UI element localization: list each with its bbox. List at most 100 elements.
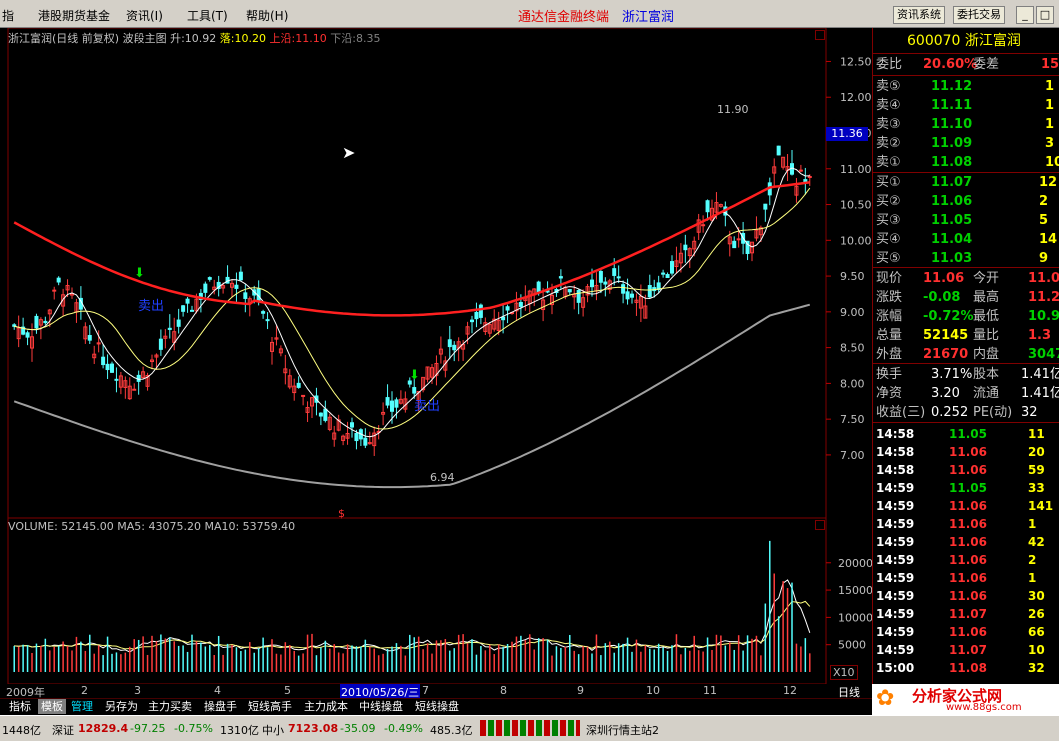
finance-row: 净资 3.20 流通 1.41亿 — [876, 386, 1059, 401]
candle-body — [683, 244, 688, 251]
candle-body — [132, 388, 137, 391]
quote-code-name: 600070 浙江富润 — [907, 33, 1021, 49]
minimize-icon[interactable]: _ — [1016, 6, 1034, 24]
volume-tick-label: 20000 — [838, 557, 872, 570]
tick-row: 14:59 11.07 10 — [876, 643, 1045, 657]
x-axis: 2009年 2 3 4 5 2010/05/26/三 7 8 9 10 11 1… — [0, 684, 872, 700]
candle-body — [318, 412, 323, 417]
volume-tick-label: 10000 — [838, 611, 872, 624]
price-axis: 12.5012.0011.5011.0010.5010.009.509.008.… — [826, 55, 872, 652]
volume-bars — [13, 540, 811, 672]
xiayan-label: 下沿: — [330, 32, 356, 45]
trade-button[interactable]: 委托交易 — [953, 6, 1005, 24]
candle-body — [518, 301, 523, 307]
tick-row: 14:58 11.06 59 — [876, 463, 1045, 477]
tick-row: 14:58 11.05 11 — [876, 427, 1045, 441]
status-server[interactable]: 深圳行情主站2 — [586, 722, 659, 738]
sell-signal-label: 卖出 — [138, 299, 165, 314]
status-sz-label: 深证 — [52, 724, 74, 737]
tab-mid-trade[interactable]: 中线操盘 — [356, 699, 406, 714]
tab-main-trade[interactable]: 主力买卖 — [145, 699, 195, 714]
candle-body — [390, 400, 394, 412]
sell-level-row: 卖⑤ 11.12 1 — [876, 79, 1055, 94]
candle-body — [101, 356, 106, 366]
candle-body — [612, 268, 617, 276]
menu-item-index[interactable]: 指 — [2, 7, 14, 24]
status-amount-1: 1448亿 — [2, 724, 41, 737]
candle-body — [501, 316, 506, 321]
panel-box-icon-2[interactable] — [815, 520, 825, 530]
finance-row: 收益(三) 0.252 PE(动) 32 — [876, 405, 1038, 420]
menu-item-hk-futures[interactable]: 港股期货基金 — [38, 7, 110, 24]
candle-body — [158, 338, 163, 350]
kline-chart[interactable]: 12.5012.0011.5011.0010.5010.009.509.008.… — [0, 28, 872, 684]
candle-body — [34, 315, 39, 329]
candle-body — [234, 284, 239, 289]
candle-body — [567, 289, 572, 293]
tick-row: 14:59 11.06 42 — [876, 535, 1045, 549]
maximize-icon[interactable]: □ — [1036, 6, 1054, 24]
tab-indicator[interactable]: 指标 — [6, 699, 34, 714]
logo-url: www.88gs.com — [946, 702, 1022, 713]
volume-title: VOLUME: 52145.00 MA5: 43075.20 MA10: 537… — [8, 520, 296, 533]
shangyan-value: 11.10 — [295, 32, 327, 45]
stat-row: 外盘21670内盘3047 — [876, 347, 1059, 362]
menu-item-info[interactable]: 资讯(I) — [126, 7, 163, 24]
candle-body — [185, 298, 190, 304]
high-label: 11.90 — [717, 103, 749, 116]
stock-chart-name: 浙江富润(日线 前复权) 波段主图 — [8, 32, 167, 45]
xiayan-value: 8.35 — [355, 32, 381, 45]
tab-short-master[interactable]: 短线高手 — [245, 699, 295, 714]
x-label: 9 — [577, 684, 584, 697]
candle-body — [323, 408, 328, 421]
status-zx-label: 中小 — [262, 724, 284, 737]
candle-body — [616, 276, 621, 279]
candle-body — [665, 274, 670, 279]
tab-short-trade[interactable]: 短线操盘 — [412, 699, 462, 714]
price-tick-label: 7.00 — [840, 449, 865, 462]
ma-mid-line — [14, 187, 811, 430]
menu-item-tools[interactable]: 工具(T) — [187, 7, 228, 24]
candle-body — [670, 261, 674, 274]
candle-body — [478, 304, 483, 318]
tick-row: 14:59 11.06 2 — [876, 553, 1037, 567]
panel-box-icon[interactable] — [815, 30, 825, 40]
candle-body — [625, 291, 630, 300]
candle-body — [265, 319, 270, 322]
candle-body — [243, 292, 248, 299]
x-label: 7 — [422, 684, 429, 697]
info-system-button[interactable]: 资讯系统 — [893, 6, 945, 24]
buy-level-row: 买② 11.06 2 — [876, 194, 1049, 209]
candle-body — [776, 145, 781, 156]
candle-body — [576, 290, 581, 303]
tab-trader[interactable]: 操盘手 — [201, 699, 240, 714]
tick-row: 14:59 11.06 30 — [876, 589, 1045, 603]
candle-body — [238, 271, 243, 281]
finance-row: 换手 3.71% 股本 1.41亿 — [876, 367, 1059, 382]
x-label: 2 — [81, 684, 88, 697]
tick-row: 14:59 11.06 141 — [876, 499, 1054, 513]
price-frame — [7, 28, 827, 519]
x-label: 10 — [646, 684, 660, 697]
tick-row: 14:58 11.06 20 — [876, 445, 1045, 459]
status-sz-amt: 1310亿 — [220, 724, 259, 737]
tab-save-as[interactable]: 另存为 — [102, 699, 141, 714]
price-tick-label: 8.00 — [840, 377, 865, 390]
sheng-value: 10.92 — [184, 32, 217, 45]
menu-item-help[interactable]: 帮助(H) — [246, 7, 288, 24]
candle-body — [385, 397, 390, 406]
stock-title: 浙江富润 — [622, 10, 675, 25]
x-label: 12 — [783, 684, 797, 697]
candle-body — [705, 200, 710, 213]
candle-body — [56, 277, 61, 283]
tab-main-cost[interactable]: 主力成本 — [301, 699, 351, 714]
candle-body — [52, 289, 57, 292]
tab-template[interactable]: 模板 — [38, 699, 66, 714]
tab-manage[interactable]: 管理 — [68, 699, 96, 714]
sell-arrow-icon: ⬇ — [134, 266, 145, 281]
stat-row: 涨幅 -0.72% 最低 10.9 — [876, 309, 1059, 324]
stat-row: 涨跌 -0.08 最高 11.2 — [876, 290, 1059, 305]
candle-body — [105, 363, 110, 371]
candle-body — [394, 399, 399, 408]
volume-tick-label: 15000 — [838, 584, 872, 597]
